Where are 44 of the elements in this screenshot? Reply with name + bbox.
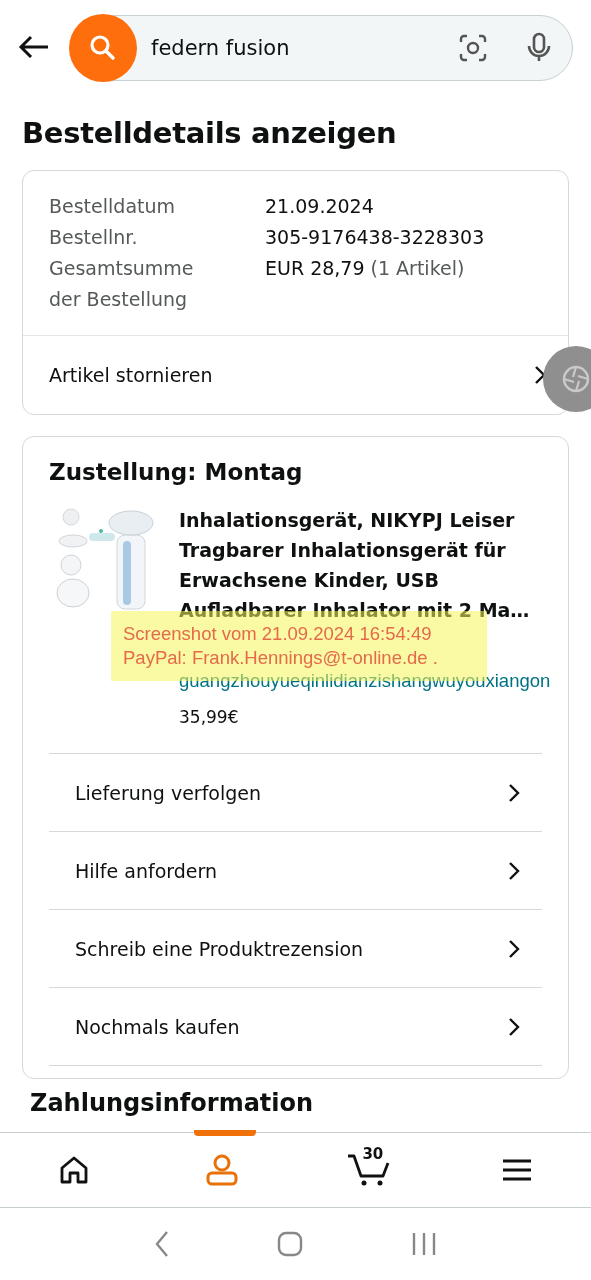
summary-label: Gesamtsumme der Bestellung xyxy=(49,256,195,312)
chevron-icon xyxy=(508,782,520,803)
cart-count: 30 xyxy=(362,1145,384,1163)
search-field[interactable]: federn fusion xyxy=(70,15,573,81)
person-icon xyxy=(204,1153,239,1187)
section-heading: Zahlungsinformation xyxy=(30,1089,315,1117)
recent-apps-icon[interactable] xyxy=(411,1231,438,1257)
chevron-icon xyxy=(508,860,520,881)
summary-label: Bestelldatum xyxy=(49,194,177,219)
action-row[interactable]: Lieferung verfolgen xyxy=(49,753,542,831)
search-icon xyxy=(88,33,118,63)
action-row[interactable]: Schreib eine Produktrezension xyxy=(49,909,542,987)
chevron-icon xyxy=(508,938,520,959)
action-label: Hilfe anfordern xyxy=(75,859,217,882)
seller-link[interactable]: guangzhouyueqinlidianzishangwuyouxiangon xyxy=(179,667,567,695)
page-title: Bestelldetails anzeigen xyxy=(22,116,398,150)
summary-value: 21.09.2024 xyxy=(265,195,374,217)
product-title[interactable]: Inhalationsgerät, NIKYPJ Leiser Tragbarer Inhalationsgerät für Erwachsene Kinder, USB Aufladbarer Inhalator mit 2 Ma… xyxy=(179,505,567,625)
delivery-heading: Zustellung: Montag xyxy=(49,459,304,485)
screenshot-overlay[interactable] xyxy=(543,346,591,412)
summary-label: Bestellnr. xyxy=(49,225,139,250)
note-text: PayPal: Frank.Hennings@t-online.de . xyxy=(123,646,439,670)
back-arrow-icon[interactable] xyxy=(18,35,50,59)
cancel-label: Artikel stornieren xyxy=(49,364,213,386)
action-label: Schreib eine Produktrezension xyxy=(75,937,364,960)
product-price: 35,99€ xyxy=(179,707,240,727)
microphone-icon[interactable] xyxy=(526,32,552,64)
action-row[interactable]: Nochmals kaufen xyxy=(49,987,542,1066)
back-icon[interactable] xyxy=(153,1230,170,1258)
nav-tab[interactable]: 30 xyxy=(295,1133,444,1207)
menu-icon xyxy=(502,1158,533,1182)
search-text: federn fusion xyxy=(151,36,291,60)
action-label: Lieferung verfolgen xyxy=(75,781,262,804)
aperture-icon xyxy=(561,364,591,394)
chevron-icon xyxy=(508,1016,520,1037)
action-label: Nochmals kaufen xyxy=(75,1015,240,1038)
home-button-icon[interactable] xyxy=(277,1231,304,1257)
summary-value: 305-9176438-3228303 xyxy=(265,226,485,248)
summary-value: EUR 28,79 xyxy=(265,257,365,279)
camera-icon[interactable] xyxy=(458,33,488,63)
chevron-icon xyxy=(534,365,546,385)
note-text: Screenshot vom 21.09.2024 16:54:49 xyxy=(123,622,433,646)
action-row[interactable]: Hilfe anfordern xyxy=(49,831,542,909)
item-count: (1 Artikel) xyxy=(370,257,465,279)
